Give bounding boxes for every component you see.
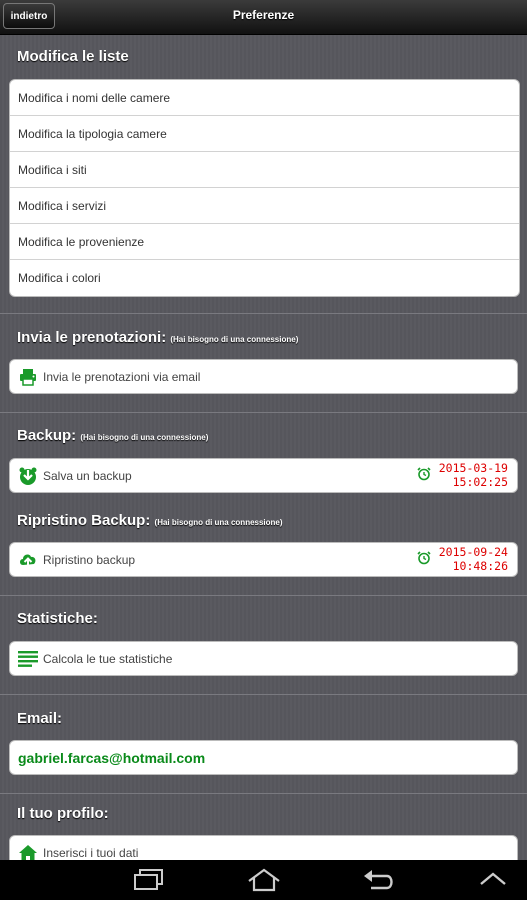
page-title: Preferenze [232, 8, 295, 22]
profile-button[interactable]: Inserisci i tuoi dati [9, 835, 518, 860]
backup-time: 15:02:25 [452, 475, 508, 489]
cloud-upload-icon [18, 550, 38, 570]
save-backup-button[interactable]: Salva un backup 2015-03-19 15:02:25 [9, 458, 518, 493]
list-item-room-names[interactable]: Modifica i nomi delle camere [10, 80, 519, 116]
connection-note: (Hai bisogno di una connessione) [80, 433, 209, 442]
list-item-colors[interactable]: Modifica i colori [10, 260, 519, 296]
restore-date: 2015-09-24 [438, 545, 508, 559]
backup-section-title: Backup: (Hai bisogno di una connessione) [17, 427, 208, 444]
lists-menu: Modifica i nomi delle camere Modifica la… [9, 79, 520, 297]
email-section-title: Email: [17, 710, 63, 727]
send-bookings-button[interactable]: Invia le prenotazioni via email [9, 359, 518, 394]
divider [0, 412, 527, 413]
list-item-sites[interactable]: Modifica i siti [10, 152, 519, 188]
divider [0, 313, 527, 314]
divider [0, 595, 527, 596]
home-nav-icon[interactable] [246, 868, 282, 897]
alarm-clock-icon [417, 550, 431, 568]
backup-title-text: Backup: [17, 427, 77, 444]
stats-section-title: Statistiche: [17, 610, 98, 627]
lists-section-title: Modifica le liste [17, 48, 129, 65]
connection-note: (Hai bisogno di una connessione) [154, 518, 283, 527]
restore-timestamp: 2015-09-24 10:48:26 [417, 545, 508, 573]
system-nav-bar [0, 860, 527, 900]
lines-icon [18, 649, 38, 669]
send-bookings-label: Invia le prenotazioni via email [43, 369, 201, 384]
restore-backup-button[interactable]: Ripristino backup 2015-09-24 10:48:26 [9, 542, 518, 577]
send-title-text: Invia le prenotazioni: [17, 329, 167, 346]
backup-timestamp: 2015-03-19 15:02:25 [417, 461, 508, 489]
restore-backup-label: Ripristino backup [43, 552, 136, 567]
back-nav-icon[interactable] [361, 868, 395, 897]
backup-date: 2015-03-19 [438, 461, 508, 475]
profile-section-title: Il tuo profilo: [17, 805, 109, 822]
restore-title-text: Ripristino Backup: [17, 512, 151, 529]
restore-time: 10:48:26 [452, 559, 508, 573]
printer-icon [18, 367, 38, 387]
home-icon [18, 843, 38, 860]
stats-label: Calcola le tue statistiche [43, 651, 173, 666]
backup-icon [18, 466, 38, 486]
list-item-services[interactable]: Modifica i servizi [10, 188, 519, 224]
email-field[interactable]: gabriel.farcas@hotmail.com [9, 740, 518, 775]
stats-button[interactable]: Calcola le tue statistiche [9, 641, 518, 676]
list-item-origins[interactable]: Modifica le provenienze [10, 224, 519, 260]
save-backup-label: Salva un backup [43, 468, 132, 483]
recent-apps-icon[interactable] [132, 868, 166, 897]
list-item-room-types[interactable]: Modifica la tipologia camere [10, 116, 519, 152]
preferences-content[interactable]: Modifica le liste Modifica i nomi delle … [0, 35, 527, 860]
divider [0, 694, 527, 695]
restore-section-title: Ripristino Backup: (Hai bisogno di una c… [17, 512, 283, 529]
alarm-clock-icon [417, 466, 431, 484]
connection-note: (Hai bisogno di una connessione) [170, 335, 299, 344]
divider [0, 793, 527, 794]
send-section-title: Invia le prenotazioni: (Hai bisogno di u… [17, 329, 298, 346]
top-bar: indietro Preferenze [0, 0, 527, 35]
chevron-up-icon[interactable] [478, 868, 508, 897]
profile-label: Inserisci i tuoi dati [43, 845, 139, 860]
